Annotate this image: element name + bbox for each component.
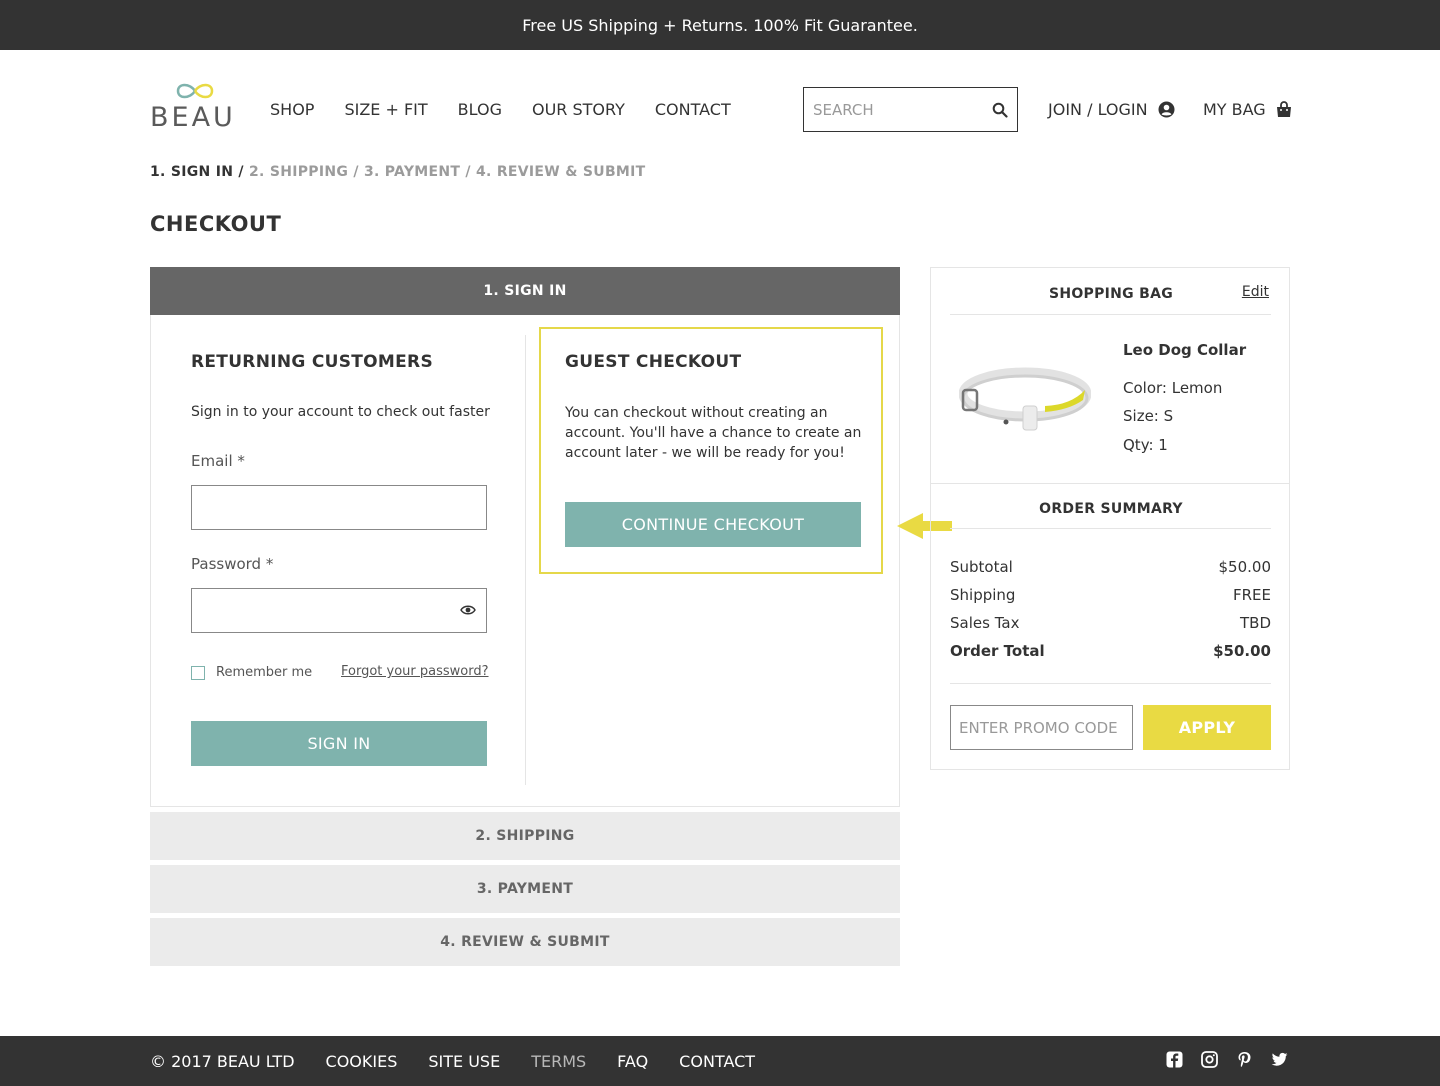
summary-row-sales-tax: Sales Tax TBD [950, 614, 1271, 632]
password-label: Password * [191, 555, 274, 573]
site-footer: © 2017 BEAU LTD COOKIES SITE USE TERMS F… [0, 1036, 1440, 1086]
instagram-icon[interactable] [1201, 1051, 1218, 1068]
step-sign-in-header[interactable]: 1. SIGN IN [150, 267, 900, 315]
shipping-value: FREE [1232, 586, 1271, 604]
order-total-value: $50.00 [1213, 642, 1271, 660]
sign-in-button[interactable]: SIGN IN [191, 721, 487, 766]
product-image [959, 367, 1091, 431]
pinterest-icon[interactable] [1236, 1051, 1253, 1068]
summary-row-order-total: Order Total $50.00 [950, 642, 1271, 660]
shopping-bag-icon [1276, 101, 1291, 117]
guest-checkout-title: GUEST CHECKOUT [565, 352, 742, 372]
product-size: Size: S [1123, 407, 1174, 425]
summary-divider [950, 528, 1271, 529]
sales-tax-label: Sales Tax [950, 614, 1020, 632]
page-title: CHECKOUT [150, 212, 282, 236]
main-nav: SHOP SIZE + FIT BLOG OUR STORY CONTACT [270, 100, 731, 119]
order-summary-title: ORDER SUMMARY [1039, 501, 1183, 517]
product-color: Color: Lemon [1123, 379, 1223, 397]
my-bag-label: MY BAG [1203, 100, 1266, 119]
nav-our-story[interactable]: OUR STORY [532, 100, 625, 119]
summary-row-subtotal: Subtotal $50.00 [950, 558, 1271, 576]
social-links [1166, 1051, 1288, 1068]
footer-link-terms[interactable]: TERMS [531, 1052, 586, 1071]
facebook-icon[interactable] [1166, 1051, 1183, 1068]
bag-divider [950, 314, 1271, 315]
apply-promo-button[interactable]: APPLY [1143, 705, 1271, 750]
returning-customers-title: RETURNING CUSTOMERS [191, 352, 433, 372]
promo-code-wrapper [950, 705, 1133, 750]
summary-row-shipping: Shipping FREE [950, 586, 1271, 604]
product-name[interactable]: Leo Dog Collar [1123, 341, 1246, 359]
twitter-icon[interactable] [1271, 1051, 1288, 1068]
order-sidebar: SHOPPING BAG Edit Leo Dog Collar Color: … [930, 267, 1290, 770]
step-shipping-label: 2. SHIPPING [475, 828, 575, 844]
order-total-label: Order Total [950, 642, 1045, 660]
footer-links: © 2017 BEAU LTD COOKIES SITE USE TERMS F… [150, 1052, 755, 1071]
forgot-password-link[interactable]: Forgot your password? [341, 664, 489, 679]
logo-text: BEAU [150, 102, 236, 133]
step-payment-label: 3. PAYMENT [476, 881, 574, 897]
nav-contact[interactable]: CONTACT [655, 100, 731, 119]
nav-size-fit[interactable]: SIZE + FIT [344, 100, 427, 119]
apply-promo-label: APPLY [1178, 718, 1236, 737]
email-field[interactable] [192, 486, 486, 529]
guest-checkout-box: GUEST CHECKOUT You can checkout without … [539, 327, 883, 574]
continue-checkout-button[interactable]: CONTINUE CHECKOUT [565, 502, 861, 547]
remember-me[interactable]: Remember me [191, 665, 312, 680]
join-login-label: JOIN / LOGIN [1048, 100, 1148, 119]
show-password-icon[interactable] [460, 604, 476, 616]
section-divider [931, 483, 1289, 484]
search-icon[interactable] [983, 102, 1017, 118]
promo-code-input[interactable] [951, 706, 1132, 749]
my-bag-link[interactable]: MY BAG [1203, 100, 1292, 119]
step-sign-in-label: 1. SIGN IN [483, 283, 567, 299]
search-box [803, 87, 1018, 132]
logo-mark-icon [176, 83, 214, 99]
logo[interactable]: BEAU [150, 80, 240, 134]
shopping-bag-title: SHOPPING BAG [1048, 286, 1174, 302]
search-input[interactable] [804, 88, 983, 131]
site-header: BEAU SHOP SIZE + FIT BLOG OUR STORY CONT… [0, 50, 1440, 160]
password-field-wrapper [191, 588, 487, 633]
checkout-breadcrumb: 1. SIGN IN / 2. SHIPPING / 3. PAYMENT / … [150, 164, 646, 180]
footer-link-site-use[interactable]: SITE USE [428, 1052, 500, 1071]
footer-link-cookies[interactable]: COOKIES [326, 1052, 398, 1071]
subtotal-label: Subtotal [950, 558, 1013, 576]
nav-blog[interactable]: BLOG [458, 100, 502, 119]
step-review-header[interactable]: 4. REVIEW & SUBMIT [150, 918, 900, 966]
footer-copyright: © 2017 BEAU LTD [150, 1052, 295, 1071]
step-shipping-header[interactable]: 2. SHIPPING [150, 812, 900, 860]
edit-bag-link[interactable]: Edit [1242, 284, 1269, 300]
breadcrumb-remaining-steps: 2. SHIPPING / 3. PAYMENT / 4. REVIEW & S… [243, 164, 646, 180]
footer-link-faq[interactable]: FAQ [617, 1052, 648, 1071]
promo-text: Free US Shipping + Returns. 100% Fit Gua… [522, 15, 918, 35]
step-review-label: 4. REVIEW & SUBMIT [440, 934, 610, 950]
product-qty: Qty: 1 [1123, 436, 1168, 454]
join-login-link[interactable]: JOIN / LOGIN [1048, 100, 1175, 119]
sign-in-panel: RETURNING CUSTOMERS Sign in to your acco… [150, 315, 900, 807]
returning-customers-subtitle: Sign in to your account to check out fas… [191, 404, 490, 420]
email-label: Email * [191, 452, 245, 470]
footer-link-contact[interactable]: CONTACT [679, 1052, 755, 1071]
remember-me-checkbox[interactable] [191, 665, 205, 680]
shipping-label: Shipping [950, 586, 1016, 604]
breadcrumb-active-step: 1. SIGN IN / [150, 164, 244, 180]
sales-tax-value: TBD [1239, 614, 1271, 632]
sign-in-button-label: SIGN IN [307, 734, 371, 753]
remember-me-label: Remember me [216, 665, 313, 680]
user-icon [1158, 101, 1175, 118]
vertical-divider [525, 335, 526, 785]
password-field[interactable] [192, 589, 486, 632]
promo-divider [950, 683, 1271, 684]
promo-bar: Free US Shipping + Returns. 100% Fit Gua… [0, 0, 1440, 50]
step-payment-header[interactable]: 3. PAYMENT [150, 865, 900, 913]
email-field-wrapper [191, 485, 487, 530]
continue-checkout-label: CONTINUE CHECKOUT [621, 515, 805, 534]
guest-checkout-text: You can checkout without creating an acc… [565, 405, 862, 461]
subtotal-value: $50.00 [1218, 558, 1272, 576]
nav-shop[interactable]: SHOP [270, 100, 314, 119]
